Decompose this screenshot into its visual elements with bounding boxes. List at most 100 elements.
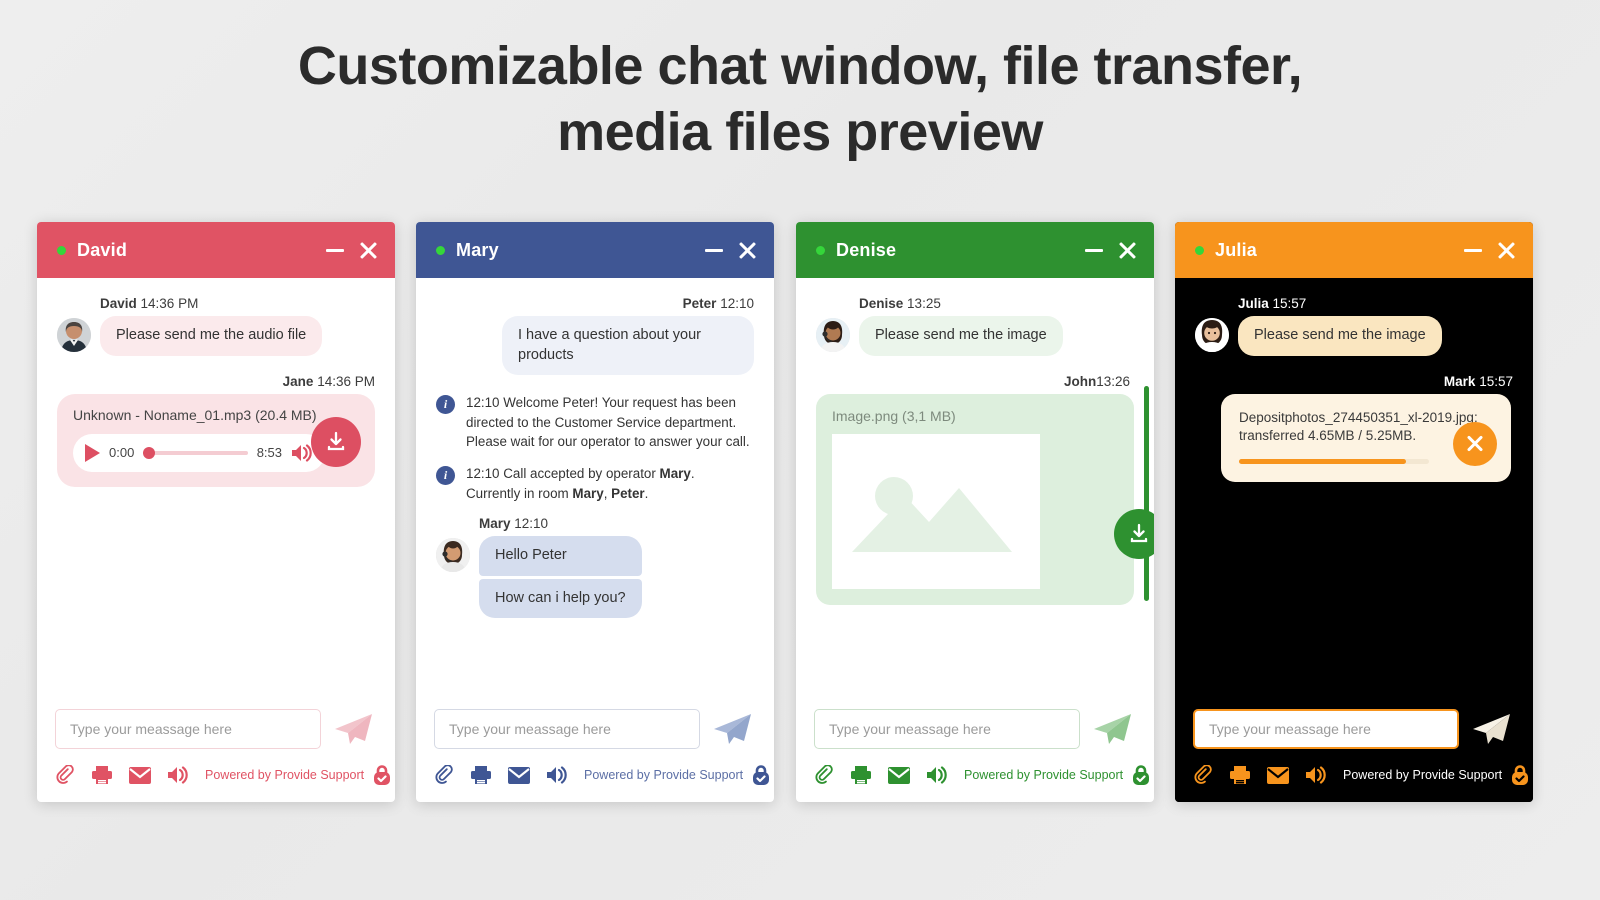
printer-icon[interactable] — [850, 765, 872, 785]
powered-by-label[interactable]: Powered by Provide Support — [1343, 764, 1530, 786]
info-icon: i — [436, 466, 455, 486]
play-icon[interactable] — [85, 443, 100, 462]
speaker-icon[interactable] — [1305, 766, 1327, 784]
info-icon: i — [436, 395, 455, 415]
lock-badge-icon — [1510, 764, 1530, 786]
audio-total-time: 8:53 — [256, 445, 282, 461]
message-meta: Mark 15:57 — [1195, 374, 1513, 389]
page-title: Customizable chat window, file transfer,… — [0, 34, 1600, 166]
transfer-progress-bar — [1239, 459, 1429, 465]
chat-window-julia: Julia Julia 15:57 Please send me the ima… — [1175, 222, 1533, 802]
message-author: Julia — [1238, 296, 1269, 311]
message-meta: John13:26 — [816, 374, 1134, 389]
envelope-icon[interactable] — [508, 766, 530, 784]
transcript-denise[interactable]: Denise 13:25 Please send me the image Jo… — [796, 278, 1154, 708]
paperclip-icon[interactable] — [814, 765, 834, 785]
online-status-dot — [1195, 245, 1204, 255]
audio-seek-slider[interactable] — [143, 446, 248, 459]
avatar — [57, 318, 91, 352]
message-row: Please send me the image — [1195, 316, 1513, 356]
cancel-transfer-button[interactable] — [1453, 421, 1497, 466]
envelope-icon[interactable] — [1267, 766, 1289, 784]
envelope-icon[interactable] — [129, 766, 151, 784]
message-meta: Mary 12:10 — [479, 516, 754, 531]
lock-badge-icon — [372, 764, 392, 786]
powered-by-text: Powered by Provide Support — [1343, 768, 1503, 782]
footer-david: Powered by Provide Support — [37, 708, 395, 802]
message-author: Mary — [479, 516, 511, 532]
message-time: 13:26 — [1096, 373, 1130, 389]
paperclip-icon[interactable] — [55, 765, 75, 785]
message-time: 14:36 PM — [140, 296, 199, 311]
minimize-icon[interactable] — [704, 239, 724, 261]
close-icon[interactable] — [1496, 239, 1516, 261]
close-icon[interactable] — [1117, 239, 1137, 261]
page-title-line-1: Customizable chat window, file transfer, — [297, 36, 1303, 96]
message-input[interactable] — [814, 709, 1080, 749]
close-icon[interactable] — [358, 239, 378, 261]
paperclip-icon[interactable] — [434, 765, 454, 785]
message-bubble: I have a question about your products — [502, 316, 754, 376]
image-attachment-card: Image.png (3,1 MB) — [816, 393, 1154, 605]
minimize-icon[interactable] — [1463, 239, 1483, 261]
footer-denise: Powered by Provide Support — [796, 708, 1154, 802]
printer-icon[interactable] — [91, 765, 113, 785]
envelope-icon[interactable] — [888, 766, 910, 784]
powered-by-label[interactable]: Powered by Provide Support — [205, 764, 392, 786]
paperclip-icon[interactable] — [1193, 765, 1213, 785]
printer-icon[interactable] — [1229, 765, 1251, 785]
message-author: Peter — [682, 296, 717, 311]
system-message: i 12:10 Welcome Peter! Your request has … — [436, 393, 754, 451]
message-input[interactable] — [434, 709, 700, 749]
message-meta: Jane 14:36 PM — [57, 374, 375, 389]
send-plane-icon[interactable] — [1088, 708, 1136, 750]
message-author: Jane — [282, 373, 314, 389]
online-status-dot — [816, 245, 825, 255]
audio-player[interactable]: 0:00 8:53 — [73, 433, 325, 472]
minimize-icon[interactable] — [325, 239, 345, 261]
message-bubble-group: Hello Peter How can i help you? — [479, 536, 642, 619]
footer-mary: Powered by Provide Support — [416, 708, 774, 802]
minimize-icon[interactable] — [1084, 239, 1104, 261]
printer-icon[interactable] — [470, 765, 492, 785]
speaker-icon[interactable] — [546, 766, 568, 784]
download-icon[interactable] — [1114, 508, 1154, 559]
message-author: Mark — [1443, 373, 1476, 389]
message-row: Hello Peter How can i help you? — [436, 536, 754, 619]
page-root: Customizable chat window, file transfer,… — [0, 0, 1600, 900]
window-header-david: David — [37, 222, 395, 278]
avatar — [1195, 318, 1229, 352]
window-title: David — [77, 239, 128, 260]
message-input[interactable] — [55, 709, 321, 749]
send-plane-icon[interactable] — [708, 708, 756, 750]
image-preview-placeholder[interactable] — [832, 433, 1040, 589]
message-time: 15:57 — [1272, 296, 1307, 311]
send-plane-icon[interactable] — [1467, 708, 1515, 750]
powered-by-text: Powered by Provide Support — [584, 768, 744, 782]
send-plane-icon[interactable] — [329, 708, 377, 750]
speaker-icon[interactable] — [167, 766, 189, 784]
powered-by-text: Powered by Provide Support — [964, 768, 1124, 782]
audio-seek-knob[interactable] — [143, 446, 156, 459]
transcript-mary[interactable]: Peter 12:10 I have a question about your… — [416, 278, 774, 708]
message-row: I have a question about your products — [436, 316, 754, 376]
message-input[interactable] — [1193, 709, 1459, 749]
transfer-progress-fill — [1239, 459, 1407, 465]
powered-by-label[interactable]: Powered by Provide Support — [964, 764, 1151, 786]
system-message-text: 12:10 Welcome Peter! Your request has be… — [466, 395, 750, 449]
chat-window-denise: Denise Denise 13:25 Please send me the i… — [796, 222, 1154, 802]
message-meta: David 14:36 PM — [100, 296, 375, 311]
download-icon[interactable] — [311, 416, 361, 467]
online-status-dot — [57, 245, 66, 255]
scrollbar[interactable] — [1144, 386, 1149, 601]
transcript-david[interactable]: David 14:36 PM Please send me the audio … — [37, 278, 395, 708]
powered-by-label[interactable]: Powered by Provide Support — [584, 764, 771, 786]
transfer-file-name: Depositphotos_274450351_xl-2019.jpg: — [1239, 409, 1478, 425]
speaker-icon[interactable] — [926, 766, 948, 784]
transcript-julia[interactable]: Julia 15:57 Please send me the image Mar… — [1175, 278, 1533, 708]
window-header-julia: Julia — [1175, 222, 1533, 278]
speaker-icon[interactable] — [291, 443, 313, 462]
message-author: John — [1063, 373, 1097, 389]
window-title: Denise — [836, 239, 897, 260]
close-icon[interactable] — [737, 239, 757, 261]
